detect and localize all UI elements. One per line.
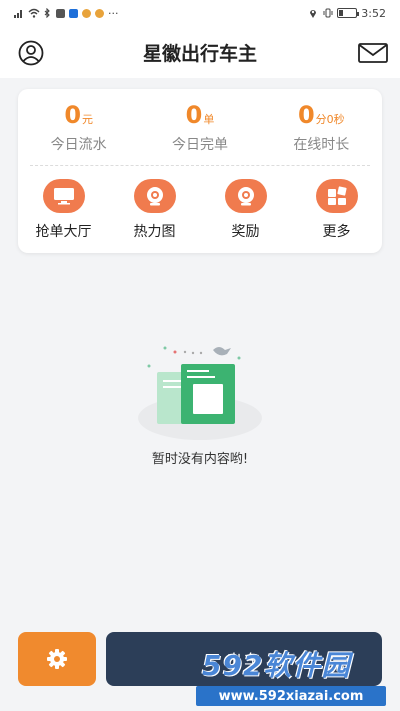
- location-icon: [309, 8, 319, 18]
- go-online-button[interactable]: 出车: [106, 632, 382, 686]
- action-more[interactable]: 更多: [291, 179, 382, 241]
- user-icon: [18, 40, 44, 66]
- status-bar: ··· 3:52: [0, 0, 400, 26]
- action-heatmap[interactable]: 热力图: [109, 179, 200, 241]
- battery-icon: [337, 8, 360, 18]
- action-label: 更多: [322, 224, 351, 240]
- stat-value: 0: [64, 101, 82, 129]
- stat-unit: 分0秒: [315, 113, 345, 126]
- signal-icon: [14, 8, 24, 18]
- camera-icon: [133, 179, 176, 213]
- camera-icon: [224, 179, 267, 213]
- divider: [30, 165, 370, 166]
- monitor-icon: [42, 179, 85, 213]
- status-icons-left: ···: [14, 7, 119, 20]
- nav-bar: 星徽出行车主: [0, 26, 400, 78]
- page-title: 星徽出行车主: [142, 42, 257, 65]
- action-label: 热力图: [133, 224, 176, 240]
- more-notifications: ···: [108, 6, 119, 20]
- empty-state: 暂时没有内容哟!: [0, 340, 400, 467]
- stat-unit: 单: [203, 113, 215, 126]
- settings-button[interactable]: [18, 632, 96, 686]
- mail-icon: [358, 43, 388, 63]
- messages-button[interactable]: [358, 38, 388, 68]
- stats-row: 0 元 今日流水 0 单 今日完单 0 分0秒 在线时长: [18, 89, 382, 163]
- stat-value: 0: [185, 101, 203, 129]
- app-notification-icon: [69, 8, 78, 18]
- dashboard-card: 0 元 今日流水 0 单 今日完单 0 分0秒 在线时长 抢单大厅 热力图 奖励…: [18, 89, 382, 253]
- stat-label: 今日流水: [50, 137, 107, 153]
- stat-today-orders: 0 单 今日完单: [139, 101, 260, 163]
- weibo-icon: [82, 8, 91, 18]
- wifi-icon: [28, 8, 40, 18]
- quick-actions: 抢单大厅 热力图 奖励 更多: [18, 179, 382, 241]
- action-rewards[interactable]: 奖励: [200, 179, 291, 241]
- grid-icon: [315, 179, 358, 213]
- action-label: 抢单大厅: [35, 224, 92, 240]
- profile-button[interactable]: [16, 38, 46, 68]
- mail-notification-icon: [56, 8, 65, 18]
- action-order-hall[interactable]: 抢单大厅: [18, 179, 109, 241]
- gear-icon: [47, 649, 67, 669]
- stat-online-time: 0 分0秒 在线时长: [261, 101, 382, 163]
- watermark-url: www.592xiazai.com: [196, 686, 386, 706]
- status-time: 3:52: [361, 6, 386, 20]
- empty-documents-illustration: [138, 346, 262, 440]
- stat-value: 0: [297, 101, 315, 129]
- status-icons-right: 3:52: [309, 7, 386, 20]
- empty-message: 暂时没有内容哟!: [151, 452, 249, 467]
- stat-label: 在线时长: [293, 137, 350, 153]
- stat-unit: 元: [82, 113, 94, 126]
- stat-label: 今日完单: [171, 137, 228, 153]
- bluetooth-icon: [42, 7, 52, 19]
- vibrate-icon: [323, 8, 333, 18]
- weibo-icon-2: [95, 8, 104, 18]
- go-online-label: 出车: [225, 651, 262, 670]
- stat-today-revenue: 0 元 今日流水: [18, 101, 139, 163]
- action-label: 奖励: [231, 224, 260, 240]
